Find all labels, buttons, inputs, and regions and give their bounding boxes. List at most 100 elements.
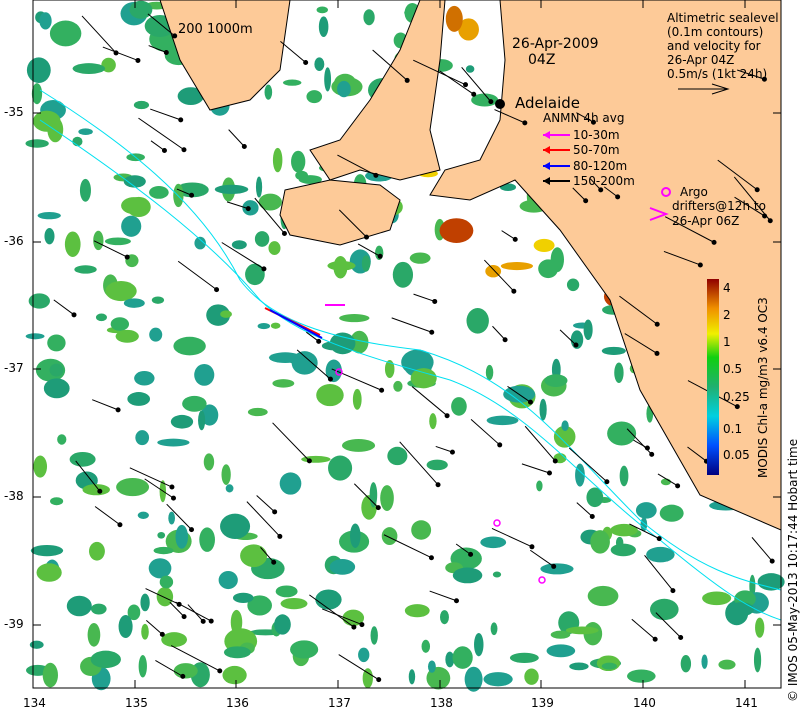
arrow-head <box>463 82 469 88</box>
chl-patch <box>138 655 147 678</box>
chl-patch <box>324 67 332 92</box>
arrow-head <box>351 624 357 630</box>
chl-patch <box>121 197 147 215</box>
chl-patch <box>255 176 263 198</box>
chl-patch <box>161 632 188 648</box>
chl-patch <box>544 374 568 387</box>
arrow-head <box>241 144 247 150</box>
altimetry-legend: Altimetric sealevel (0.1m contours) and … <box>667 11 779 81</box>
arrow-head <box>449 449 455 455</box>
colorbar-tick-label: 1 <box>723 335 731 349</box>
chl-patch <box>245 263 265 286</box>
chl-patch <box>82 484 110 496</box>
chl-patch <box>492 571 502 578</box>
chl-patch <box>182 395 207 412</box>
chl-patch <box>701 654 708 669</box>
arrow-head <box>71 312 77 318</box>
arrow-head <box>375 505 381 511</box>
arrow-head <box>316 338 322 344</box>
y-tick-label: -35 <box>4 105 24 119</box>
chl-patch <box>221 464 231 485</box>
colorbar-tick-label: 0.1 <box>723 422 743 436</box>
chl-patch <box>123 298 145 308</box>
chl-patch <box>272 147 283 173</box>
chl-patch <box>140 593 150 612</box>
colorbar-tick-label: 0.25 <box>723 390 750 404</box>
chl-patch <box>247 407 268 417</box>
anmn-legend-item: 150-200m <box>573 174 635 188</box>
chl-patch <box>318 16 329 37</box>
chl-patch <box>47 334 66 352</box>
chl-patch <box>350 523 361 548</box>
arrow-head <box>117 522 123 528</box>
chl-patch <box>339 314 370 323</box>
chl-patch <box>25 333 45 340</box>
chl-patch <box>474 632 484 657</box>
chl-patch <box>283 79 302 86</box>
arrow-head <box>214 287 220 293</box>
x-tick-label: 137 <box>328 696 351 710</box>
chl-patch <box>43 378 70 399</box>
arrow-head <box>376 677 382 683</box>
chl-patch <box>280 597 308 610</box>
chl-patch <box>404 604 430 618</box>
arrow-head <box>163 49 169 55</box>
colorbar-tick-label: 0.5 <box>723 362 743 376</box>
chl-patch <box>44 227 55 245</box>
chl-patch <box>306 90 323 104</box>
chl-patch <box>421 639 431 653</box>
altimetry-line: (0.1m contours) <box>667 25 764 39</box>
chl-patch <box>538 259 559 279</box>
chl-patch <box>411 520 432 540</box>
arrow-head <box>654 321 660 327</box>
chl-patch <box>408 669 416 685</box>
chl-patch <box>240 544 268 568</box>
chl-patch <box>524 668 539 685</box>
chl-patch <box>87 623 101 647</box>
y-tick-label: -39 <box>4 617 24 631</box>
chl-patch <box>199 527 215 552</box>
arrow-head <box>604 479 610 485</box>
colorbar-tick-label: 4 <box>723 281 731 295</box>
chl-patch <box>352 388 362 410</box>
arrow-head <box>649 451 655 457</box>
chl-patch <box>72 63 106 75</box>
arrow-head <box>359 622 365 628</box>
chl-patch <box>110 317 130 331</box>
map-plot <box>25 0 785 692</box>
chl-patch <box>220 310 232 318</box>
chl-patch <box>69 451 96 467</box>
chl-patch <box>426 459 448 471</box>
chl-patch <box>218 570 238 590</box>
arrow-head <box>124 254 130 260</box>
chl-patch <box>153 546 174 555</box>
arrow-head <box>189 192 195 198</box>
x-tick-label: 136 <box>226 696 249 710</box>
colorbar-tick-label: 0.05 <box>723 448 750 462</box>
chl-patch <box>134 370 155 386</box>
chl-patch <box>157 438 190 447</box>
chl-patch <box>95 313 107 322</box>
chl-patch <box>486 415 519 426</box>
y-tick-label: -36 <box>4 234 24 248</box>
arrow-head <box>169 484 175 490</box>
arrow-head <box>678 634 684 640</box>
arrow-head <box>432 298 438 304</box>
chl-patch <box>536 480 543 492</box>
chl-patch <box>466 307 489 334</box>
arrow-head <box>404 77 410 83</box>
chl-patch <box>509 652 539 663</box>
chl-patch <box>157 531 166 539</box>
arrow-head <box>670 588 676 594</box>
chl-patch <box>254 231 270 247</box>
chl-patch <box>104 237 131 246</box>
y-tick-label: -38 <box>4 489 24 503</box>
chl-patch <box>465 65 475 73</box>
chl-patch <box>29 640 44 649</box>
chl-patch <box>363 9 375 26</box>
arrow-head <box>711 239 717 245</box>
arrow-head <box>178 117 184 123</box>
chl-patch <box>231 240 247 250</box>
arrow-head <box>551 563 557 569</box>
chl-patch <box>358 647 370 663</box>
